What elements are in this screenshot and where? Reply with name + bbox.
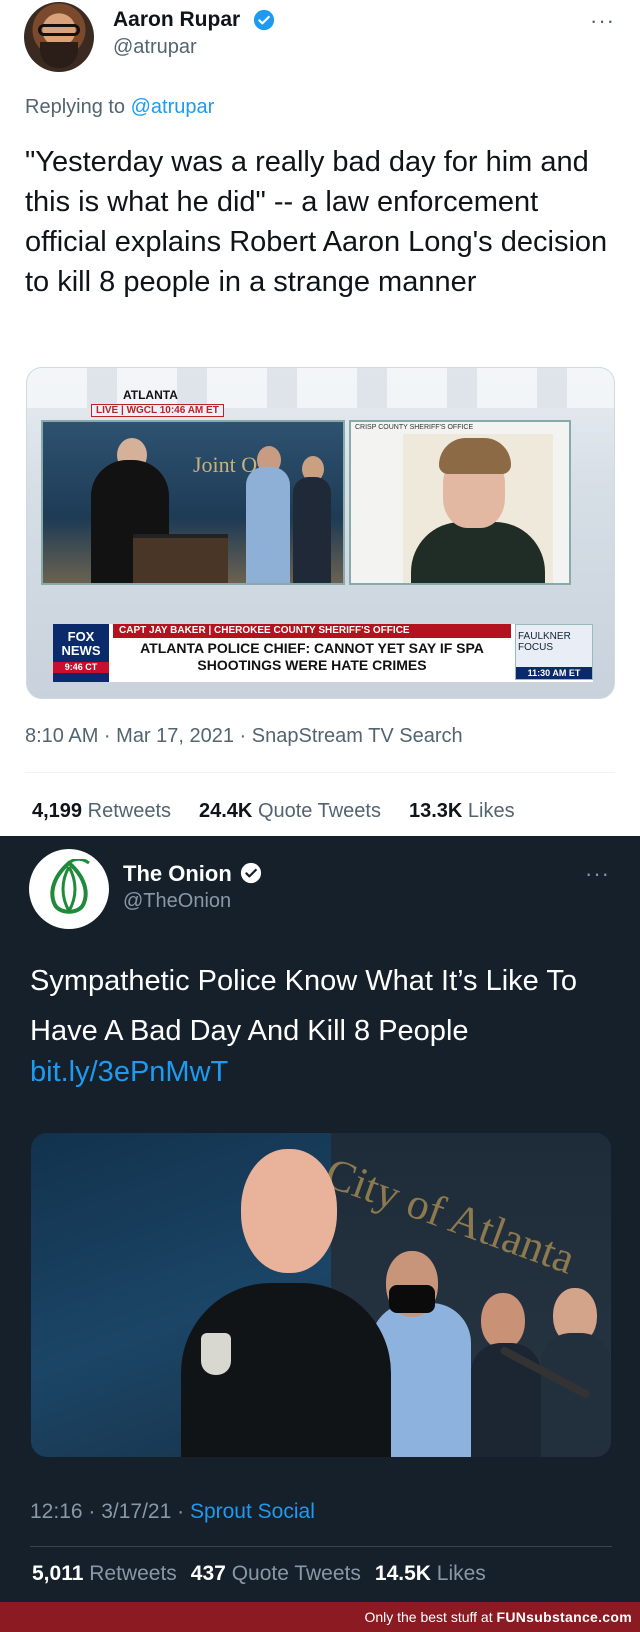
author-handle[interactable]: @TheOnion: [123, 890, 231, 913]
retweets-label: Retweets: [89, 1562, 177, 1585]
bug-location: ATLANTA: [123, 388, 178, 402]
author-name[interactable]: The Onion: [123, 861, 232, 887]
tweet-source-link[interactable]: Sprout Social: [190, 1500, 315, 1523]
likes-label: Likes: [436, 1562, 486, 1585]
live-bug: ATLANTA LIVE | WGCL 10:46 AM ET: [63, 388, 259, 420]
mugshot-frame: CRISP COUNTY SHERIFF'S OFFICE: [349, 420, 571, 585]
likes-count: 13.3K: [408, 800, 463, 822]
wall-text: Joint O: [193, 452, 258, 477]
quotes-count: 437: [190, 1562, 226, 1585]
replying-to: Replying to @atrupar: [25, 96, 214, 119]
tweet-aaron-rupar: Aaron Rupar @atrupar ··· Replying to @at…: [0, 0, 640, 836]
reply-mention-link[interactable]: @atrupar: [131, 96, 215, 118]
tweet-time[interactable]: 12:16 · 3/17/21 ·: [30, 1500, 190, 1523]
promo-time: 11:30 AM ET: [516, 667, 592, 679]
person-head: [481, 1293, 525, 1349]
person: [246, 467, 290, 583]
police-chief-head: [241, 1149, 337, 1273]
author-name[interactable]: Aaron Rupar: [113, 8, 240, 32]
verified-badge-icon: [240, 862, 262, 884]
promo-show: FAULKNER FOCUS: [518, 631, 571, 653]
face-mask: [389, 1285, 435, 1313]
onion-logo-icon: [50, 859, 90, 914]
divider: [25, 772, 615, 773]
tweet-stats: 4,199 Retweets 24.4K Quote Tweets 13.3K Li…: [32, 800, 515, 823]
chyron-headline: ATLANTA POLICE CHIEF: CANNOT YET SAY IF …: [140, 640, 484, 673]
avatar[interactable]: [29, 849, 109, 929]
suspect-body: [411, 522, 545, 583]
uniform-patch: [201, 1333, 231, 1375]
likes-label: Likes: [467, 800, 515, 822]
tweet-timestamp: 12:16 · 3/17/21 · Sprout Social: [30, 1500, 315, 1524]
retweets-count: 4,199: [32, 800, 83, 822]
watermark-bar: Only the best stuff at FUNsubstance.com: [0, 1602, 640, 1632]
author-handle[interactable]: @atrupar: [113, 36, 197, 59]
quotes-label: Quote Tweets: [231, 1562, 361, 1585]
tweet-link[interactable]: bit.ly/3ePnMwT: [30, 1056, 228, 1089]
quotes-count: 24.4K: [199, 800, 253, 822]
reply-prefix: Replying to: [25, 96, 126, 118]
watermark-text: Only the best stuff at FUNsubstance.com: [364, 1609, 632, 1625]
suspect-hair: [439, 438, 511, 474]
likes-stat[interactable]: 13.3K Likes: [409, 800, 515, 822]
tweet-text: Sympathetic Police Know What It’s Like T…: [30, 965, 577, 1047]
person: [293, 477, 331, 583]
watermark-tagline: Only the best stuff at: [364, 1609, 493, 1625]
speaker-strap: CAPT JAY BAKER | CHEROKEE COUNTY SHERIFF…: [113, 624, 511, 638]
mugshot-tag: CRISP COUNTY SHERIFF'S OFFICE: [355, 424, 474, 431]
tweet-media-image[interactable]: ATLANTA LIVE | WGCL 10:46 AM ET Joint O …: [26, 367, 615, 699]
press-conference-frame: Joint O: [41, 420, 345, 585]
tweet-timestamp[interactable]: 8:10 AM · Mar 17, 2021 · SnapStream TV S…: [25, 725, 463, 748]
likes-stat[interactable]: 14.5K Likes: [375, 1562, 486, 1585]
person: [541, 1333, 611, 1457]
avatar[interactable]: [24, 2, 94, 72]
network-logo: FOX NEWS 9:46 CT: [53, 624, 109, 682]
avatar-glasses: [38, 24, 80, 36]
retweets-label: Retweets: [87, 800, 171, 822]
show-promo: FAULKNER FOCUS 11:30 AM ET: [515, 624, 593, 680]
avatar-beard: [40, 42, 78, 68]
verified-badge-icon: [253, 9, 275, 31]
network-time: 9:46 CT: [53, 662, 109, 673]
podium: [133, 534, 228, 583]
watermark-brand[interactable]: FUNsubstance.com: [497, 1609, 633, 1625]
tweet-the-onion: The Onion @TheOnion ··· Sympathetic Poli…: [0, 836, 640, 1602]
tweet-stats: 5,011 Retweets 437 Quote Tweets 14.5K Like…: [32, 1562, 486, 1586]
quotes-stat[interactable]: 437 Quote Tweets: [191, 1562, 361, 1585]
quotes-label: Quote Tweets: [257, 800, 381, 822]
tweet-media-image[interactable]: City of Atlanta: [31, 1133, 611, 1457]
divider: [30, 1546, 612, 1547]
more-options-icon[interactable]: ···: [585, 861, 610, 887]
tweet-text: "Yesterday was a really bad day for him …: [25, 146, 608, 298]
retweets-count: 5,011: [32, 1562, 84, 1585]
bug-live: LIVE | WGCL 10:46 AM ET: [91, 404, 224, 417]
retweets-stat[interactable]: 5,011 Retweets: [32, 1562, 177, 1585]
network-name: FOX NEWS: [61, 629, 101, 658]
retweets-stat[interactable]: 4,199 Retweets: [32, 800, 171, 822]
likes-count: 14.5K: [374, 1562, 431, 1585]
quotes-stat[interactable]: 24.4K Quote Tweets: [199, 800, 381, 822]
more-options-icon[interactable]: ···: [590, 8, 615, 34]
